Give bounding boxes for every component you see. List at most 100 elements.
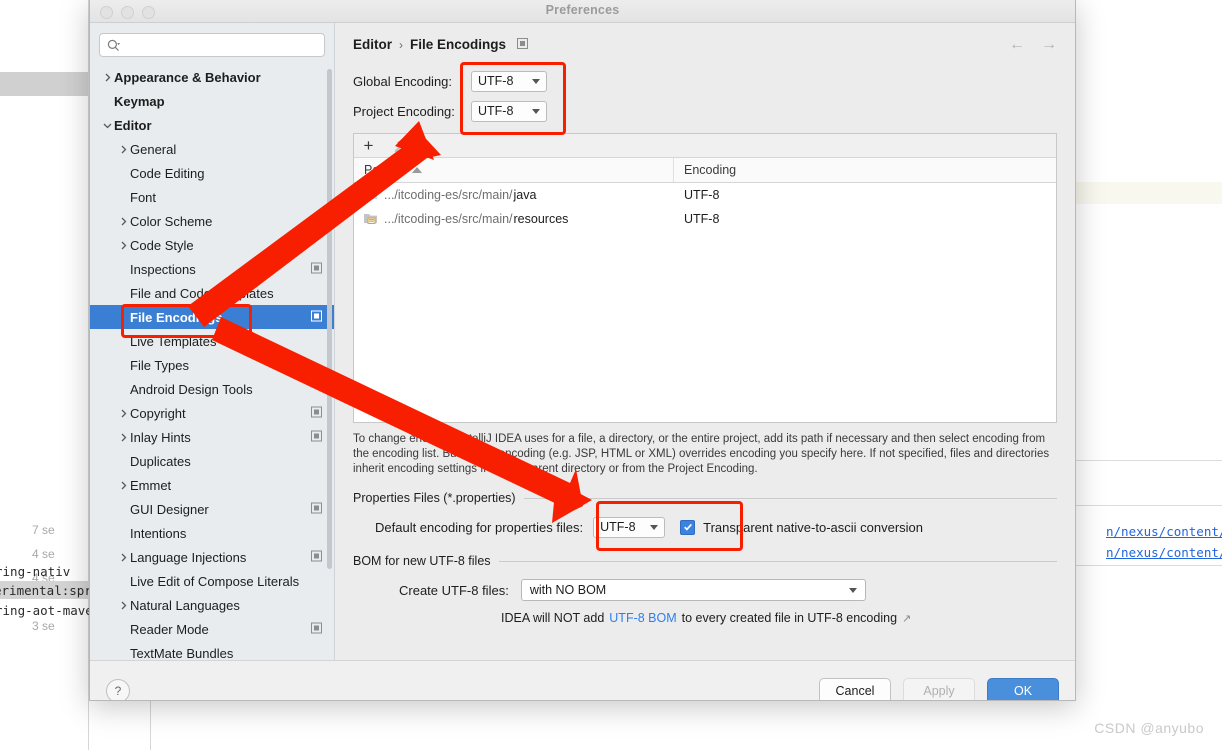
chevron-right-icon[interactable] bbox=[116, 217, 130, 226]
window-title: Preferences bbox=[545, 3, 620, 17]
search-icon bbox=[107, 39, 120, 52]
chevron-down-icon[interactable] bbox=[100, 121, 114, 130]
breadcrumb-config-icon[interactable] bbox=[517, 37, 529, 52]
table-row[interactable]: .../itcoding-es/src/main/resources UTF-8 bbox=[354, 207, 1056, 231]
footer-buttons: Cancel Apply OK bbox=[819, 677, 1059, 700]
folder-java-icon bbox=[364, 188, 377, 203]
row-path-cell: .../itcoding-es/src/main/resources bbox=[354, 212, 674, 227]
table-body: .../itcoding-es/src/main/java UTF-8 .../it… bbox=[354, 183, 1056, 231]
row-path-leaf: resources bbox=[513, 212, 569, 226]
bom-section: BOM for new UTF-8 files Create UTF-8 fil… bbox=[353, 554, 1057, 625]
properties-default-label: Default encoding for properties files: bbox=[375, 519, 584, 535]
properties-encoding-select[interactable]: UTF-8 bbox=[593, 516, 666, 538]
chevron-right-icon[interactable] bbox=[116, 553, 130, 562]
sidebar-item-editor[interactable]: Editor bbox=[90, 113, 334, 137]
settings-tree[interactable]: Appearance & Behavior Keymap Editor General… bbox=[90, 65, 334, 665]
native-to-ascii-label[interactable]: Transparent native-to-ascii conversion bbox=[703, 520, 923, 535]
sidebar-item-label: Code Style bbox=[130, 237, 194, 253]
sidebar-item-code-style[interactable]: Code Style bbox=[90, 233, 334, 257]
preferences-dialog: Preferences Appearance & Behavior Keymap E… bbox=[89, 0, 1076, 701]
bg-left-highlight-strip bbox=[0, 72, 88, 96]
sidebar-item-label: Editor bbox=[114, 117, 152, 133]
apply-button[interactable]: Apply bbox=[903, 677, 975, 700]
bg-left-text-0: 7 se bbox=[32, 523, 55, 537]
bg-right-link-1[interactable]: n/nexus/content/grou bbox=[1106, 545, 1222, 560]
table-row[interactable]: .../itcoding-es/src/main/java UTF-8 bbox=[354, 183, 1056, 207]
sidebar-item-label: Duplicates bbox=[130, 453, 191, 469]
settings-content: Editor › File Encodings ← → Global Encod… bbox=[335, 23, 1075, 660]
chevron-right-icon[interactable] bbox=[100, 73, 114, 82]
sidebar-item-keymap[interactable]: Keymap bbox=[90, 89, 334, 113]
sidebar-item-label: File and Code Templates bbox=[130, 285, 274, 301]
sidebar-item-file-and-code-templates[interactable]: File and Code Templates bbox=[90, 281, 334, 305]
breadcrumb-parent[interactable]: Editor bbox=[353, 37, 392, 52]
sidebar-item-duplicates[interactable]: Duplicates bbox=[90, 449, 334, 473]
watermark: CSDN @anyubo bbox=[1094, 720, 1204, 736]
sidebar-item-inlay-hints[interactable]: Inlay Hints bbox=[90, 425, 334, 449]
external-link-icon[interactable]: ↗ bbox=[902, 612, 911, 625]
help-button[interactable]: ? bbox=[106, 678, 130, 700]
section-divider bbox=[498, 560, 1057, 562]
sidebar-item-label: Code Editing bbox=[130, 165, 205, 181]
search-input[interactable] bbox=[99, 33, 325, 57]
navigation-arrows[interactable]: ← → bbox=[1009, 37, 1057, 53]
bg-right-link-0[interactable]: n/nexus/content/grou bbox=[1106, 524, 1222, 539]
chevron-right-icon[interactable] bbox=[116, 145, 130, 154]
project-encoding-select[interactable]: UTF-8 bbox=[471, 100, 547, 122]
sidebar-item-general[interactable]: General bbox=[90, 137, 334, 161]
bom-note-suffix: to every created file in UTF-8 encoding bbox=[681, 611, 898, 625]
sidebar-item-live-edit-of-compose-literals[interactable]: Live Edit of Compose Literals bbox=[90, 569, 334, 593]
native-to-ascii-checkbox[interactable] bbox=[680, 519, 696, 535]
sidebar-item-language-injections[interactable]: Language Injections bbox=[90, 545, 334, 569]
sidebar-item-font[interactable]: Font bbox=[90, 185, 334, 209]
cancel-button[interactable]: Cancel bbox=[819, 677, 891, 700]
sidebar-item-label: File Types bbox=[130, 357, 190, 373]
bg-left-text-3: 3 se bbox=[32, 619, 55, 633]
sidebar-item-copyright[interactable]: Copyright bbox=[90, 401, 334, 425]
sidebar-item-live-templates[interactable]: Live Templates bbox=[90, 329, 334, 353]
edit-pencil-icon[interactable] bbox=[391, 137, 408, 154]
nav-back-icon[interactable]: ← bbox=[1009, 37, 1025, 53]
breadcrumb-current: File Encodings bbox=[410, 37, 507, 52]
row-encoding-cell[interactable]: UTF-8 bbox=[674, 212, 719, 226]
sidebar-item-android-design-tools[interactable]: Android Design Tools bbox=[90, 377, 334, 401]
sidebar-item-intentions[interactable]: Intentions bbox=[90, 521, 334, 545]
column-header-encoding[interactable]: Encoding bbox=[674, 163, 736, 177]
sidebar-item-appearance-behavior[interactable]: Appearance & Behavior bbox=[90, 65, 334, 89]
sidebar-item-textmate-bundles[interactable]: TextMate Bundles bbox=[90, 641, 334, 665]
project-encoding-label: Project Encoding: bbox=[353, 103, 455, 119]
create-utf8-row: Create UTF-8 files: with NO BOM bbox=[353, 577, 1057, 603]
sidebar-item-gui-designer[interactable]: GUI Designer bbox=[90, 497, 334, 521]
create-utf8-select[interactable]: with NO BOM bbox=[520, 579, 866, 601]
sidebar-item-label: General bbox=[130, 141, 177, 157]
nav-forward-icon[interactable]: → bbox=[1041, 37, 1057, 53]
sidebar-item-color-scheme[interactable]: Color Scheme bbox=[90, 209, 334, 233]
sidebar-item-reader-mode[interactable]: Reader Mode bbox=[90, 617, 334, 641]
sidebar-item-code-editing[interactable]: Code Editing bbox=[90, 161, 334, 185]
sidebar-item-file-types[interactable]: File Types bbox=[90, 353, 334, 377]
sidebar-item-label: File Encodings bbox=[130, 309, 223, 325]
sidebar-item-label: Font bbox=[130, 189, 157, 205]
sidebar-scrollbar[interactable] bbox=[327, 69, 332, 569]
chevron-right-icon[interactable] bbox=[116, 241, 130, 250]
column-header-path-wrap[interactable]: Path bbox=[354, 158, 674, 182]
sidebar-item-inspections[interactable]: Inspections bbox=[90, 257, 334, 281]
global-encoding-row: Global Encoding: UTF-8 bbox=[353, 68, 1057, 94]
chevron-right-icon[interactable] bbox=[116, 481, 130, 490]
ok-button[interactable]: OK bbox=[987, 677, 1059, 700]
chevron-right-icon[interactable] bbox=[116, 601, 130, 610]
sidebar-item-emmet[interactable]: Emmet bbox=[90, 473, 334, 497]
chevron-right-icon[interactable] bbox=[116, 409, 130, 418]
encodings-table: + Path Encoding .../itcoding-es/src/main… bbox=[353, 133, 1057, 423]
properties-files-title: Properties Files (*.properties) bbox=[353, 491, 516, 505]
sidebar-item-file-encodings[interactable]: File Encodings bbox=[90, 305, 334, 329]
properties-files-section: Properties Files (*.properties) Default … bbox=[353, 491, 1057, 540]
chevron-right-icon[interactable] bbox=[116, 433, 130, 442]
column-header-path: Path bbox=[364, 163, 390, 177]
sidebar-item-label: Emmet bbox=[130, 477, 172, 493]
global-encoding-select[interactable]: UTF-8 bbox=[471, 70, 547, 92]
sidebar-item-natural-languages[interactable]: Natural Languages bbox=[90, 593, 334, 617]
add-path-button[interactable]: + bbox=[360, 137, 377, 154]
row-encoding-cell[interactable]: UTF-8 bbox=[674, 188, 719, 202]
utf8-bom-link[interactable]: UTF-8 BOM bbox=[609, 611, 676, 625]
